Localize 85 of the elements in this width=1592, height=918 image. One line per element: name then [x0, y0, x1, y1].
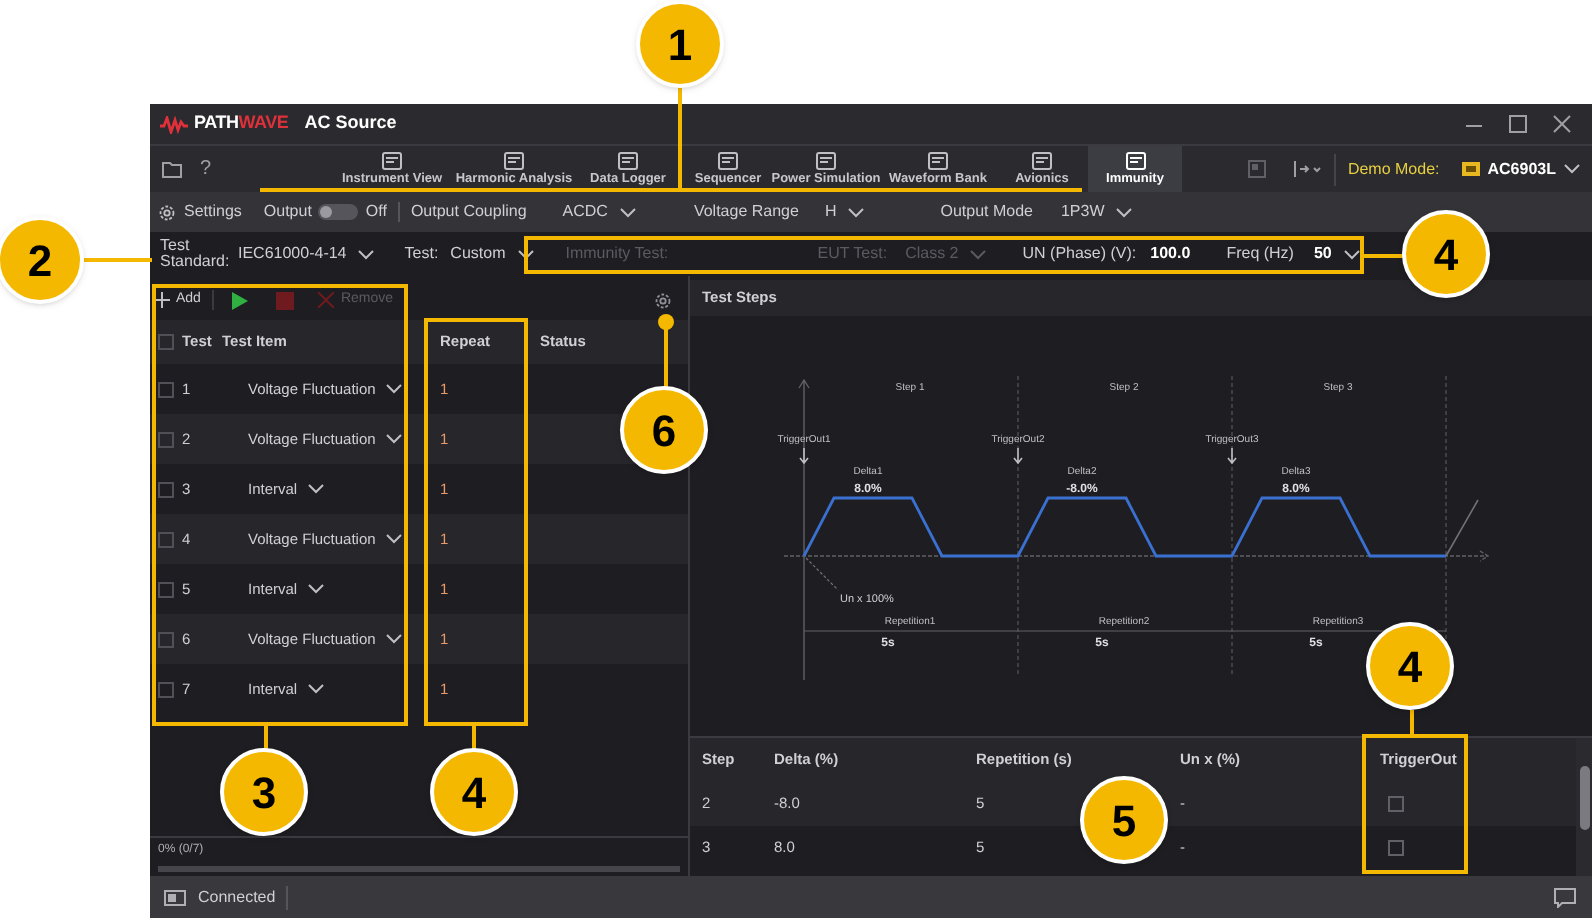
- logo-text: PATH: [194, 110, 239, 137]
- leader-line: [1362, 254, 1406, 258]
- frequency-label: Freq (Hz): [1226, 242, 1294, 266]
- chevron-icon[interactable]: [385, 534, 402, 544]
- chevron-icon[interactable]: [385, 634, 402, 644]
- tab-icon: [618, 151, 638, 169]
- select-all-checkbox[interactable]: [158, 334, 174, 350]
- pulse-logo-icon: [160, 115, 188, 133]
- tab-icon: [1125, 151, 1145, 169]
- trigger-checkbox[interactable]: [1388, 840, 1404, 856]
- tab-icon: [718, 151, 738, 169]
- eut-test-dropdown: Class 2: [905, 242, 987, 266]
- output-mode-dropdown[interactable]: 1P3W: [1060, 200, 1133, 224]
- test-dropdown[interactable]: Custom: [450, 242, 534, 266]
- demo-mode-label: Demo Mode:: [1347, 157, 1440, 181]
- maximize-icon[interactable]: [1508, 114, 1528, 134]
- eut-test-label: EUT Test:: [817, 242, 888, 266]
- close-icon: [318, 292, 335, 308]
- leader-line: [805, 557, 839, 591]
- un-phase-value[interactable]: 100.0: [1150, 242, 1191, 266]
- chevron-icon[interactable]: [358, 249, 375, 259]
- settings-icon: [158, 203, 176, 221]
- tab-icon: [1032, 151, 1052, 169]
- connection-status: Connected: [198, 885, 288, 909]
- callout-badge: 1: [636, 0, 724, 88]
- callout-badge: 2: [0, 216, 84, 304]
- row-checkbox[interactable]: [158, 381, 174, 397]
- connection-icon: [164, 889, 186, 905]
- chevron-icon[interactable]: [1116, 207, 1133, 217]
- test-standard-dropdown[interactable]: IEC61000-4-14: [238, 242, 375, 266]
- row-checkbox[interactable]: [158, 581, 174, 597]
- tab-icon: [504, 151, 524, 169]
- output-state: Off: [365, 200, 387, 224]
- chevron-icon[interactable]: [517, 249, 534, 259]
- chevron-icon[interactable]: [1564, 164, 1580, 174]
- chevron-icon[interactable]: [307, 584, 324, 594]
- device-dropdown[interactable]: AC6903L: [1461, 157, 1580, 181]
- test-label: Test:: [404, 242, 439, 266]
- help-button[interactable]: ?: [200, 154, 212, 184]
- down-arrow-icon: [1227, 447, 1237, 465]
- logo-text: WAVE: [238, 110, 289, 137]
- export-icon[interactable]: [1293, 160, 1322, 178]
- un-phase-label: UN (Phase) (V):: [1022, 242, 1137, 266]
- play-icon[interactable]: [230, 291, 249, 309]
- plus-icon: [154, 292, 170, 308]
- chevron-icon[interactable]: [1343, 249, 1360, 259]
- instrument-icon: [1461, 162, 1480, 176]
- chevron-icon[interactable]: [385, 384, 402, 394]
- row-checkbox[interactable]: [158, 431, 174, 447]
- chevron-icon[interactable]: [619, 207, 636, 217]
- row-checkbox[interactable]: [158, 631, 174, 647]
- chevron-icon[interactable]: [307, 484, 324, 494]
- output-mode-label: Output Mode: [940, 200, 1033, 224]
- close-icon[interactable]: [1552, 114, 1572, 134]
- coupling-label: Output Coupling: [410, 200, 527, 224]
- leader-line: [472, 726, 476, 750]
- leader-line: [84, 258, 152, 262]
- row-checkbox[interactable]: [158, 681, 174, 697]
- chevron-icon[interactable]: [307, 684, 324, 694]
- coupling-dropdown[interactable]: ACDC: [562, 200, 636, 224]
- down-arrow-icon: [799, 447, 809, 465]
- settings-button[interactable]: Settings: [158, 200, 242, 224]
- voltage-range-label: Voltage Range: [693, 200, 799, 224]
- tab-icon: [382, 151, 402, 169]
- scrollbar[interactable]: [1579, 766, 1589, 830]
- chat-icon[interactable]: [1554, 887, 1576, 907]
- output-toggle[interactable]: [317, 204, 358, 220]
- tab-icon: [928, 151, 948, 169]
- settings-icon[interactable]: [654, 291, 672, 309]
- frequency-dropdown[interactable]: 50: [1313, 242, 1360, 266]
- voltage-range-dropdown[interactable]: H: [824, 200, 865, 224]
- waveform-tail: [1445, 499, 1479, 557]
- app-title: AC Source: [304, 110, 397, 137]
- tab-icon: [816, 151, 836, 169]
- chevron-icon[interactable]: [848, 207, 865, 217]
- folder-icon[interactable]: [162, 160, 182, 178]
- leader-line: [1410, 710, 1414, 736]
- leader-line: [264, 726, 268, 750]
- output-label: Output: [263, 200, 312, 224]
- callout-frame: [1362, 734, 1468, 874]
- row-checkbox[interactable]: [158, 531, 174, 547]
- chevron-icon[interactable]: [385, 434, 402, 444]
- row-checkbox[interactable]: [158, 481, 174, 497]
- down-arrow-icon: [1013, 447, 1023, 465]
- trigger-checkbox[interactable]: [1388, 796, 1404, 812]
